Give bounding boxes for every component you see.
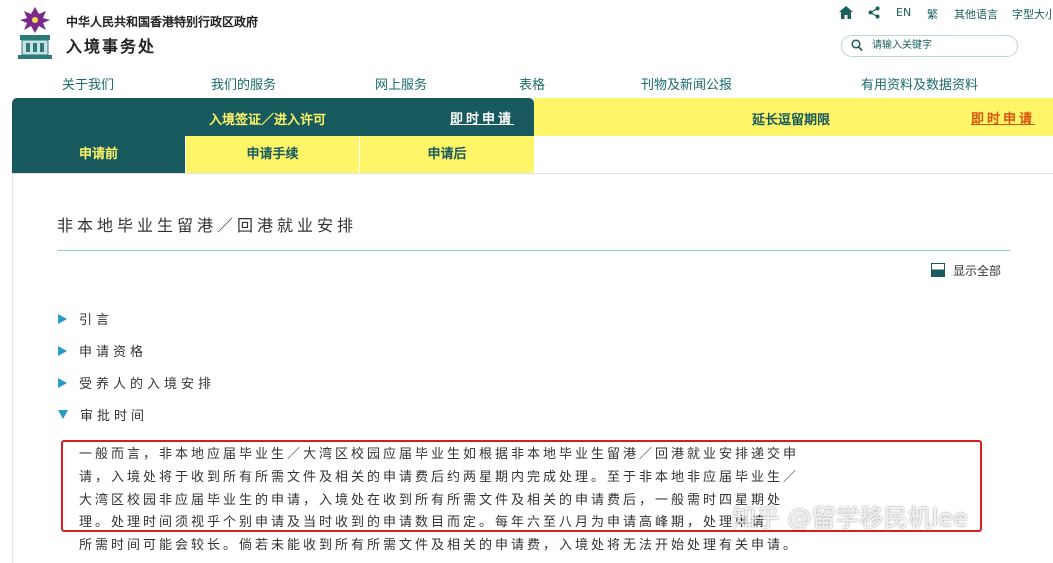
subtab-before-application[interactable]: 申请前 — [12, 136, 185, 173]
section-processing-time[interactable]: 审批时间 — [58, 405, 148, 424]
sub-tab-bar: 申请前 申请手续 申请后 — [12, 136, 534, 173]
show-all-label: 显示全部 — [953, 264, 1002, 278]
collapsed-arrow-icon — [58, 346, 67, 356]
search-icon[interactable] — [851, 39, 863, 52]
main-navigation: 关于我们 我们的服务 网上服务 表格 刊物及新闻公报 有用资料及数据资料 — [0, 74, 1053, 94]
search-box[interactable] — [841, 35, 1018, 57]
department-name[interactable]: 入境事务处 — [66, 33, 156, 57]
nav-publications-press[interactable]: 刊物及新闻公报 — [641, 74, 732, 93]
content-border-left — [12, 173, 13, 563]
section-eligibility[interactable]: 申请资格 — [58, 341, 147, 360]
collapsed-arrow-icon — [58, 378, 67, 388]
government-name: 中华人民共和国香港特别行政区政府 — [66, 15, 259, 29]
nav-useful-info-statistics[interactable]: 有用资料及数据资料 — [861, 74, 978, 93]
tab-entry-visa-label: 入境签证／进入许可 — [209, 113, 327, 128]
search-input[interactable] — [872, 38, 1007, 53]
tab-extension-of-stay[interactable]: 延长逗留期限 即时申请 — [534, 98, 1053, 136]
tab-entry-visa-permit[interactable]: 入境签证／进入许可 即时申请 — [12, 98, 534, 136]
collapsed-arrow-icon — [58, 314, 67, 324]
nav-forms[interactable]: 表格 — [519, 74, 545, 93]
section-label: 引言 — [79, 313, 114, 328]
tab-extension-label: 延长逗留期限 — [752, 113, 831, 128]
zhihu-watermark: 知乎 @留学移民机lee — [732, 504, 968, 532]
lang-trad-link[interactable]: 繁 — [927, 6, 938, 22]
font-size-link[interactable]: 字型大小 — [1012, 6, 1053, 22]
section-dependant-arrangements[interactable]: 受养人的入境安排 — [58, 373, 215, 392]
section-label: 受养人的入境安排 — [79, 377, 216, 392]
home-icon[interactable] — [839, 6, 853, 19]
apply-now-link-visa[interactable]: 即时申请 — [450, 108, 514, 127]
section-label: 申请资格 — [79, 345, 148, 360]
share-icon[interactable] — [868, 6, 880, 19]
site-header: 中华人民共和国香港特别行政区政府 入境事务处 EN 繁 其他语言 字型大小 — [0, 0, 1053, 70]
expanded-arrow-icon — [58, 410, 68, 419]
section-introduction[interactable]: 引言 — [58, 309, 113, 328]
nav-online-services[interactable]: 网上服务 — [375, 74, 427, 93]
hksar-emblem-logo[interactable] — [12, 5, 58, 61]
lang-en-link[interactable]: EN — [896, 6, 911, 19]
show-all-toggle[interactable]: 显示全部 — [931, 262, 1001, 279]
expand-all-icon — [931, 263, 945, 277]
content-border-top — [12, 173, 1053, 174]
nav-our-services[interactable]: 我们的服务 — [211, 74, 276, 93]
service-tab-bar: 入境签证／进入许可 即时申请 延长逗留期限 即时申请 — [12, 98, 1053, 136]
subtab-application-procedure[interactable]: 申请手续 — [186, 136, 359, 173]
subtab-after-application[interactable]: 申请后 — [360, 136, 534, 173]
apply-now-link-extension[interactable]: 即时申请 — [971, 108, 1035, 127]
paragraph-line: 所需时间可能会较长。倘若未能收到所有所需文件及相关的申请费，入境处将无法开始处理… — [79, 538, 800, 554]
section-label: 审批时间 — [80, 409, 149, 424]
other-language-link[interactable]: 其他语言 — [954, 6, 998, 22]
page-title: 非本地毕业生留港／回港就业安排 — [57, 216, 358, 235]
title-divider — [57, 250, 1010, 251]
nav-about-us[interactable]: 关于我们 — [62, 74, 114, 93]
